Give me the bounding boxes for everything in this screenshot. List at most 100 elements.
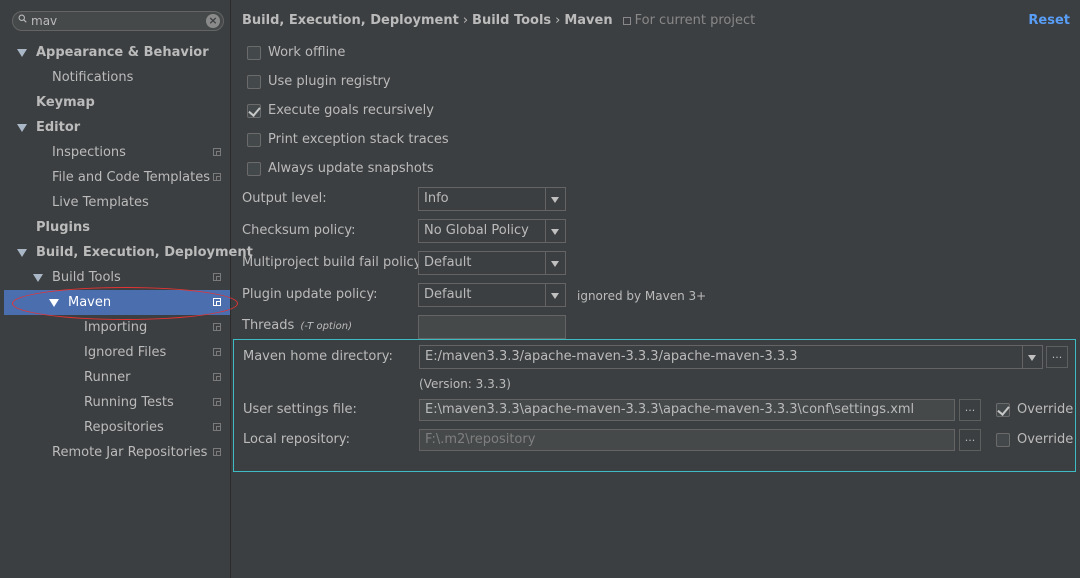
tree-item-label: Runner <box>84 370 131 385</box>
breadcrumb-build-tools: Build Tools <box>472 13 552 28</box>
search-icon <box>18 14 27 23</box>
tree-item-inspections[interactable]: Inspections <box>4 140 230 165</box>
maven-home-label: Maven home directory: <box>243 349 393 364</box>
dropdown-arrow-icon[interactable] <box>545 284 565 306</box>
plugin-update-hint: ignored by Maven 3+ <box>577 289 707 303</box>
breadcrumb-separator: › <box>462 13 469 28</box>
output-level-select[interactable]: Info <box>418 187 566 211</box>
tree-item-label: Keymap <box>36 95 95 110</box>
expand-arrow-icon[interactable] <box>33 274 43 282</box>
settings-panel: Build, Execution, Deployment › Build Tools… <box>232 0 1080 578</box>
tree-item-keymap[interactable]: Keymap <box>4 90 230 115</box>
tree-item-runner[interactable]: Runner <box>4 365 230 390</box>
expand-arrow-icon[interactable] <box>17 124 27 132</box>
user-settings-input[interactable]: E:\maven3.3.3\apache-maven-3.3.3\apache-… <box>419 399 955 421</box>
tree-item-label: Repositories <box>84 420 164 435</box>
threads-input[interactable] <box>418 315 566 339</box>
user-settings-label: User settings file: <box>243 402 357 417</box>
breadcrumb: Build, Execution, Deployment › Build Tools… <box>242 13 755 28</box>
local-repository-override-checkbox[interactable] <box>996 433 1010 447</box>
user-settings-browse-button[interactable]: ... <box>959 399 981 421</box>
scope-label: For current project <box>634 13 756 28</box>
dropdown-arrow-icon[interactable] <box>545 220 565 242</box>
plugin-update-policy-select[interactable]: Default <box>418 283 566 307</box>
project-scope-icon <box>622 17 631 25</box>
project-scope-icon <box>213 148 221 156</box>
tree-item-ignored-files[interactable]: Ignored Files <box>4 340 230 365</box>
breadcrumb-maven: Maven <box>564 13 613 28</box>
execute-goals-checkbox[interactable] <box>247 104 261 118</box>
project-scope-icon <box>213 373 221 381</box>
tree-item-build-tools[interactable]: Build Tools <box>4 265 230 290</box>
tree-item-live-templates[interactable]: Live Templates <box>4 190 230 215</box>
maven-home-browse-button[interactable]: ... <box>1046 346 1068 368</box>
dropdown-arrow-icon[interactable] <box>545 188 565 210</box>
tree-item-label: Importing <box>84 320 148 335</box>
tree-item-build-execution-deployment[interactable]: Build, Execution, Deployment <box>4 240 253 265</box>
tree-item-running-tests[interactable]: Running Tests <box>4 390 230 415</box>
tree-item-label: File and Code Templates <box>52 170 210 185</box>
tree-item-label: Running Tests <box>84 395 174 410</box>
always-update-label: Always update snapshots <box>268 161 434 176</box>
output-level-value: Info <box>424 191 449 206</box>
local-repository-browse-button[interactable]: ... <box>959 429 981 451</box>
output-level-label: Output level: <box>242 191 327 206</box>
print-exception-checkbox[interactable] <box>247 133 261 147</box>
clear-search-icon[interactable]: × <box>206 14 220 28</box>
tree-item-importing[interactable]: Importing <box>4 315 230 340</box>
settings-sidebar: × Appearance & Behavior Notifications Ke… <box>0 0 253 578</box>
tree-item-plugins[interactable]: Plugins <box>4 215 230 240</box>
breadcrumb-separator: › <box>555 13 561 28</box>
tree-item-repositories[interactable]: Repositories <box>4 415 230 440</box>
tree-item-remote-jar-repositories[interactable]: Remote Jar Repositories <box>4 440 230 465</box>
multiproject-policy-label: Multiproject build fail policy: <box>242 255 425 270</box>
expand-arrow-icon[interactable] <box>17 49 27 57</box>
execute-goals-label: Execute goals recursively <box>268 103 434 118</box>
work-offline-label: Work offline <box>268 45 346 60</box>
tree-item-label: Inspections <box>52 145 126 160</box>
reset-link[interactable]: Reset <box>1028 13 1070 28</box>
tree-item-label: Maven <box>68 295 112 310</box>
always-update-checkbox[interactable] <box>247 162 261 176</box>
plugin-update-policy-label: Plugin update policy: <box>242 287 378 302</box>
project-scope-icon <box>213 273 221 281</box>
expand-arrow-icon[interactable] <box>17 249 27 257</box>
local-repository-input[interactable]: F:\.m2\repository <box>419 429 955 451</box>
user-settings-override-checkbox[interactable] <box>996 403 1010 417</box>
tree-item-notifications[interactable]: Notifications <box>4 65 230 90</box>
local-repository-override-label: Override <box>1017 432 1074 447</box>
tree-item-label: Live Templates <box>52 195 149 210</box>
maven-home-select[interactable]: E:/maven3.3.3/apache-maven-3.3.3/apache-… <box>419 345 1043 369</box>
tree-item-editor[interactable]: Editor <box>4 115 230 140</box>
local-repository-label: Local repository: <box>243 432 350 447</box>
threads-hint: (-T option) <box>300 321 352 332</box>
tree-item-appearance-behavior[interactable]: Appearance & Behavior <box>4 40 230 65</box>
checksum-policy-label: Checksum policy: <box>242 223 356 238</box>
project-scope-icon <box>213 323 221 331</box>
project-scope-icon <box>213 448 221 456</box>
checksum-policy-value: No Global Policy <box>424 223 529 238</box>
checksum-policy-select[interactable]: No Global Policy <box>418 219 566 243</box>
tree-item-label: Build Tools <box>52 270 121 285</box>
tree-item-label: Remote Jar Repositories <box>52 445 208 460</box>
dropdown-arrow-icon[interactable] <box>1022 346 1042 368</box>
work-offline-checkbox[interactable] <box>247 46 261 60</box>
tree-item-label: Ignored Files <box>84 345 167 360</box>
project-scope-icon <box>213 298 221 306</box>
tree-item-maven[interactable]: Maven <box>4 290 230 315</box>
threads-label: Threads (-T option) <box>242 316 352 337</box>
maven-settings-section: Maven home directory: E:/maven3.3.3/apac… <box>233 339 1076 472</box>
project-scope-icon <box>213 398 221 406</box>
plugin-registry-checkbox[interactable] <box>247 75 261 89</box>
expand-arrow-icon[interactable] <box>49 299 59 307</box>
tree-item-label: Plugins <box>36 220 90 235</box>
search-field[interactable]: × <box>12 11 224 31</box>
search-input[interactable] <box>31 13 201 29</box>
project-scope-icon <box>213 348 221 356</box>
multiproject-policy-select[interactable]: Default <box>418 251 566 275</box>
print-exception-label: Print exception stack traces <box>268 132 449 147</box>
breadcrumb-build: Build, Execution, Deployment <box>242 13 459 28</box>
project-scope-icon <box>213 423 221 431</box>
dropdown-arrow-icon[interactable] <box>545 252 565 274</box>
tree-item-file-code-templates[interactable]: File and Code Templates <box>4 165 230 190</box>
